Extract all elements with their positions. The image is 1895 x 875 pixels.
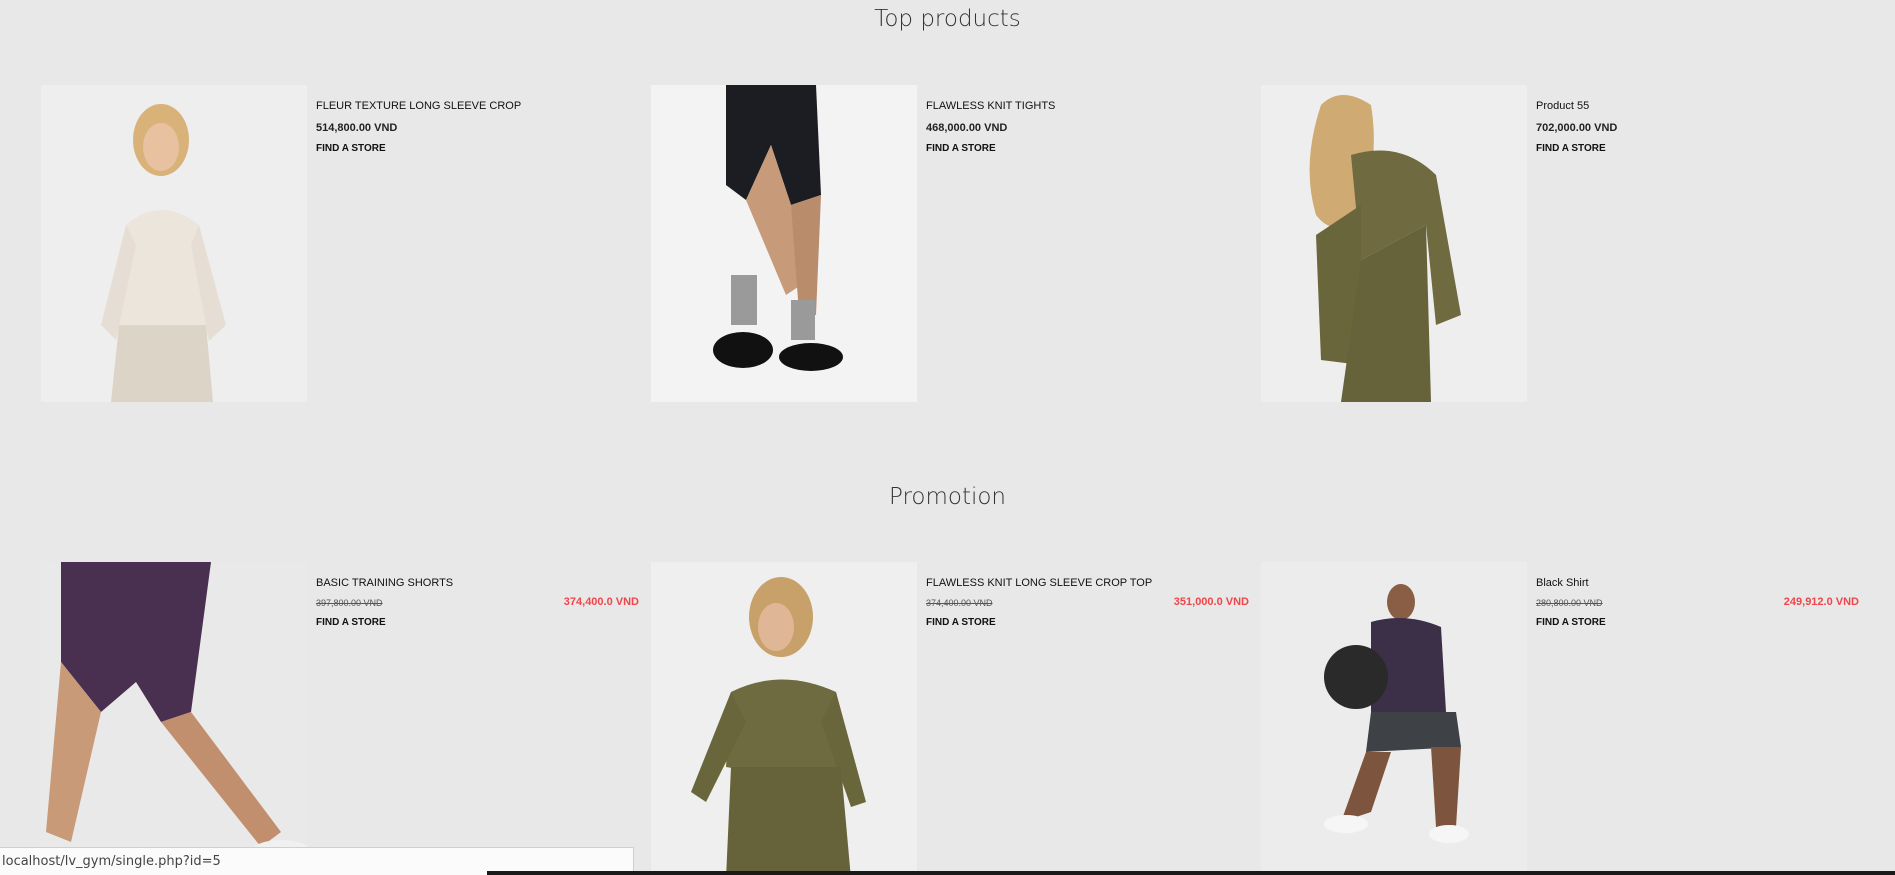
product-price: 702,000.00 VND <box>1536 122 1618 134</box>
find-a-store-link[interactable]: FIND A STORE <box>316 143 386 154</box>
page: Top products FLEUR TEXTURE LONG SLEEVE C… <box>0 0 1895 875</box>
product-name[interactable]: Product 55 <box>1536 100 1871 112</box>
old-price: 397,800.00 VND <box>316 598 383 608</box>
promo-card[interactable]: Black Shirt 280,800.00 VND 249,912.0 VND… <box>1261 562 1871 875</box>
product-image[interactable] <box>1261 562 1527 875</box>
promo-card[interactable]: FLAWLESS KNIT LONG SLEEVE CROP TOP 374,4… <box>651 562 1261 875</box>
product-price: 514,800.00 VND <box>316 122 398 134</box>
man-black-tights-photo <box>651 85 917 402</box>
sale-price: 249,912.0 VND <box>1783 596 1859 608</box>
woman-cream-crop-photo <box>41 85 307 402</box>
find-a-store-link[interactable]: FIND A STORE <box>1536 143 1606 154</box>
man-purple-shorts-photo <box>41 562 307 875</box>
find-a-store-link[interactable]: FIND A STORE <box>316 617 386 628</box>
find-a-store-link[interactable]: FIND A STORE <box>1536 617 1606 628</box>
product-name[interactable]: FLEUR TEXTURE LONG SLEEVE CROP <box>316 100 651 112</box>
product-image[interactable] <box>651 85 917 402</box>
man-black-shirt-photo <box>1261 562 1527 875</box>
product-image[interactable] <box>651 562 917 875</box>
price-row: 374,400.00 VND 351,000.0 VND <box>926 595 1261 611</box>
old-price: 374,400.00 VND <box>926 598 993 608</box>
product-image[interactable] <box>41 562 307 875</box>
old-price: 280,800.00 VND <box>1536 598 1603 608</box>
sale-price: 374,400.0 VND <box>563 596 639 608</box>
product-name[interactable]: BASIC TRAINING SHORTS <box>316 577 651 589</box>
product-price: 468,000.00 VND <box>926 122 1008 134</box>
product-card[interactable]: FLAWLESS KNIT TIGHTS 468,000.00 VND FIND… <box>651 85 1261 415</box>
find-a-store-link[interactable]: FIND A STORE <box>926 617 996 628</box>
woman-olive-set-photo <box>1261 85 1527 402</box>
sale-price: 351,000.0 VND <box>1173 596 1249 608</box>
promo-card[interactable]: BASIC TRAINING SHORTS 397,800.00 VND 374… <box>41 562 651 875</box>
top-products-title: Top products <box>874 6 1021 32</box>
find-a-store-link[interactable]: FIND A STORE <box>926 143 996 154</box>
price-row: 280,800.00 VND 249,912.0 VND <box>1536 595 1871 611</box>
product-name[interactable]: FLAWLESS KNIT LONG SLEEVE CROP TOP <box>926 577 1261 589</box>
product-name[interactable]: FLAWLESS KNIT TIGHTS <box>926 100 1261 112</box>
product-card[interactable]: FLEUR TEXTURE LONG SLEEVE CROP 514,800.0… <box>41 85 651 415</box>
product-card[interactable]: Product 55 702,000.00 VND FIND A STORE <box>1261 85 1871 415</box>
promotion-title: Promotion <box>888 484 1007 510</box>
product-image[interactable] <box>1261 85 1527 402</box>
product-image[interactable] <box>41 85 307 402</box>
window-bottom-edge <box>487 871 1895 875</box>
price-row: 397,800.00 VND 374,400.0 VND <box>316 595 651 611</box>
woman-olive-crop-photo <box>651 562 917 875</box>
product-name[interactable]: Black Shirt <box>1536 577 1871 589</box>
